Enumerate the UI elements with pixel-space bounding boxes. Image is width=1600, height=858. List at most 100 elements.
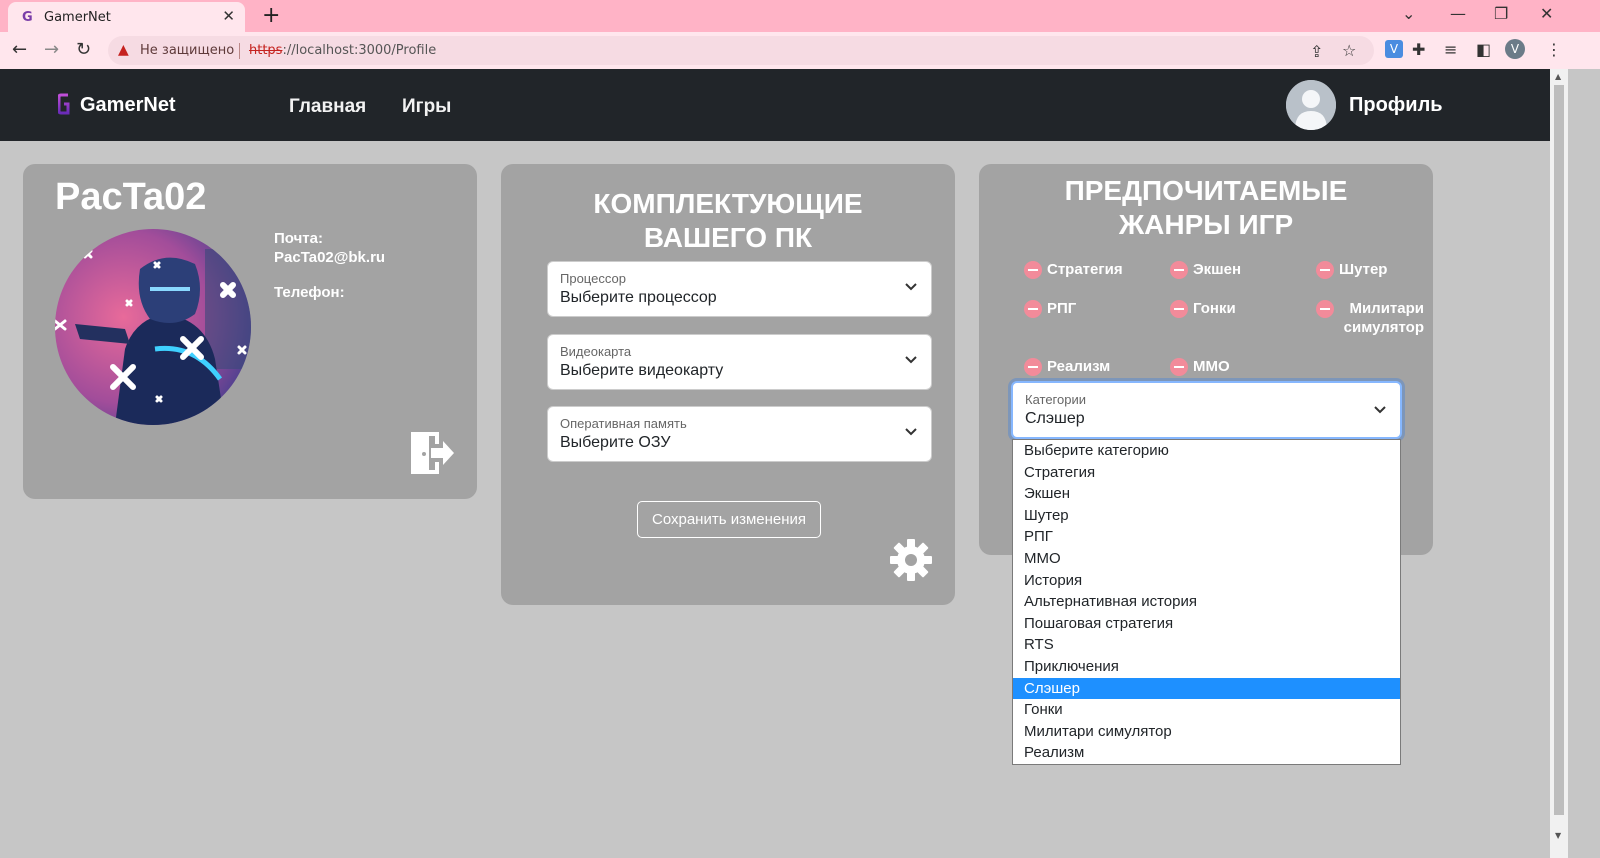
remove-genre-icon[interactable] [1024,261,1042,279]
browser-menu-icon[interactable]: ⋮ [1546,40,1562,59]
genre-label: Шутер [1339,261,1388,278]
ram-select[interactable]: Оперативная память Выберите ОЗУ [547,406,932,462]
username: PacTa02 [55,176,207,218]
category-option[interactable]: Шутер [1013,505,1400,527]
category-option[interactable]: Пошаговая стратегия [1013,613,1400,635]
category-option[interactable]: MMO [1013,548,1400,570]
restore-icon[interactable]: ❐ [1494,4,1508,23]
tab-search-icon[interactable]: ⌄ [1402,4,1415,23]
category-select[interactable]: Категории Слэшер [1011,381,1402,439]
chevron-down-icon [1374,406,1386,414]
category-option[interactable]: Гонки [1013,699,1400,721]
gpu-select-value: Выберите видеокарту [560,362,724,379]
chevron-down-icon [905,283,917,291]
category-option[interactable]: Альтернативная история [1013,591,1400,613]
remove-genre-icon[interactable] [1170,261,1188,279]
ram-select-value: Выберите ОЗУ [560,434,671,451]
profile-card: PacTa02 Почта: PacTa02@bk.ru Телефон: [23,164,477,499]
category-dropdown-list: Выберите категорию Стратегия Экшен Шутер… [1012,439,1401,765]
category-select-label: Категории [1025,392,1086,407]
url-path: ://localhost:3000/Profile [282,43,437,58]
category-option[interactable]: Выберите категорию [1013,440,1400,462]
processor-select-label: Процессор [560,271,626,286]
remove-genre-icon[interactable] [1316,300,1334,318]
processor-select-value: Выберите процессор [560,289,717,306]
category-option[interactable]: РПГ [1013,526,1400,548]
scroll-up-icon[interactable]: ▲ [1555,72,1561,81]
genre-label: Реализм [1047,358,1111,375]
save-changes-button[interactable]: Сохранить изменения [637,501,821,538]
remove-genre-icon[interactable] [1024,300,1042,318]
extensions-puzzle-icon[interactable]: ✚ [1412,40,1425,59]
category-option[interactable]: Реализм [1013,742,1400,764]
nav-link-games[interactable]: Игры [402,96,451,118]
brand-logo-icon [58,93,70,115]
gpu-select[interactable]: Видеокарта Выберите видеокарту [547,334,932,390]
close-window-icon[interactable]: ✕ [1540,4,1553,23]
share-icon[interactable]: ⇪ [1310,42,1323,61]
omnibox-divider [239,43,240,59]
reload-icon[interactable]: ↻ [76,39,91,60]
brand-name[interactable]: GamerNet [80,94,176,117]
genre-label: РПГ [1047,300,1077,317]
browser-profile-avatar[interactable]: V [1505,39,1525,59]
bookmark-star-icon[interactable]: ☆ [1342,41,1356,60]
tab-title: GamerNet [44,10,111,25]
email-value: PacTa02@bk.ru [274,249,386,266]
genres-card-title: ПРЕДПОЧИТАЕМЫЕ ЖАНРЫ ИГР [1064,175,1348,240]
category-option-selected[interactable]: Слэшер [1013,677,1400,700]
category-option[interactable]: Милитари симулятор [1013,721,1400,743]
processor-select[interactable]: Процессор Выберите процессор [547,261,932,317]
remove-genre-icon[interactable] [1316,261,1334,279]
address-bar[interactable]: ▲ Не защищено https://localhost:3000/Pro… [108,36,1374,65]
genre-label: Стратегия [1047,261,1123,278]
gpu-select-label: Видеокарта [560,344,632,359]
scroll-thumb[interactable] [1554,85,1564,815]
tab-close-icon[interactable]: ✕ [222,7,235,25]
profile-avatar-image[interactable] [55,229,251,425]
email-label: Почта: [274,230,323,247]
phone-label: Телефон: [274,284,345,301]
url-text[interactable]: https://localhost:3000/Profile [249,43,436,58]
genre-label: Экшен [1193,261,1242,278]
url-scheme: https [249,43,283,58]
pc-card-title: КОМПЛЕКТУЮЩИЕ ВАШЕГО ПК [593,188,863,253]
scroll-down-icon[interactable]: ▼ [1555,831,1561,840]
browser-toolbar: ← → ↻ ▲ Не защищено https://localhost:30… [0,32,1600,69]
warning-icon: ▲ [118,42,129,58]
user-avatar-icon[interactable] [1286,80,1336,130]
back-icon[interactable]: ← [12,39,27,60]
logout-icon[interactable] [409,430,455,476]
minimize-icon[interactable]: — [1450,4,1466,23]
security-status[interactable]: Не защищено [140,43,234,58]
category-option[interactable]: Экшен [1013,483,1400,505]
ram-select-label: Оперативная память [560,416,687,431]
category-option[interactable]: Стратегия [1013,462,1400,484]
nav-link-home[interactable]: Главная [289,96,366,118]
remove-genre-icon[interactable] [1170,358,1188,376]
extension-icon[interactable]: V [1385,40,1403,58]
gamernet-favicon-icon: G [22,10,33,25]
chevron-down-icon [905,356,917,364]
genre-label: Милитари симулятор [1343,300,1424,336]
page-scrollbar[interactable]: ▲ ▼ [1550,69,1568,858]
genre-label: MMO [1193,358,1230,375]
new-tab-button[interactable]: + [262,3,280,28]
chevron-down-icon [905,428,917,436]
category-option[interactable]: Приключения [1013,656,1400,678]
category-option[interactable]: История [1013,570,1400,592]
nav-link-profile[interactable]: Профиль [1349,94,1443,117]
browser-tab-bar: G GamerNet ✕ + ⌄ — ❐ ✕ [0,0,1600,32]
category-select-value: Слэшер [1025,410,1085,427]
category-option[interactable]: RTS [1013,634,1400,656]
forward-icon[interactable]: → [44,39,59,60]
browser-tab[interactable]: G GamerNet ✕ [8,2,245,32]
media-queue-icon[interactable]: ≡ [1444,40,1457,59]
remove-genre-icon[interactable] [1170,300,1188,318]
site-navbar: GamerNet Главная Игры Профиль [0,69,1550,141]
genre-label: Гонки [1193,300,1236,317]
pc-components-card: КОМПЛЕКТУЮЩИЕ ВАШЕГО ПК Процессор Выбери… [501,164,955,605]
remove-genre-icon[interactable] [1024,358,1042,376]
side-panel-icon[interactable]: ◧ [1476,40,1491,59]
gear-icon[interactable] [889,538,933,582]
